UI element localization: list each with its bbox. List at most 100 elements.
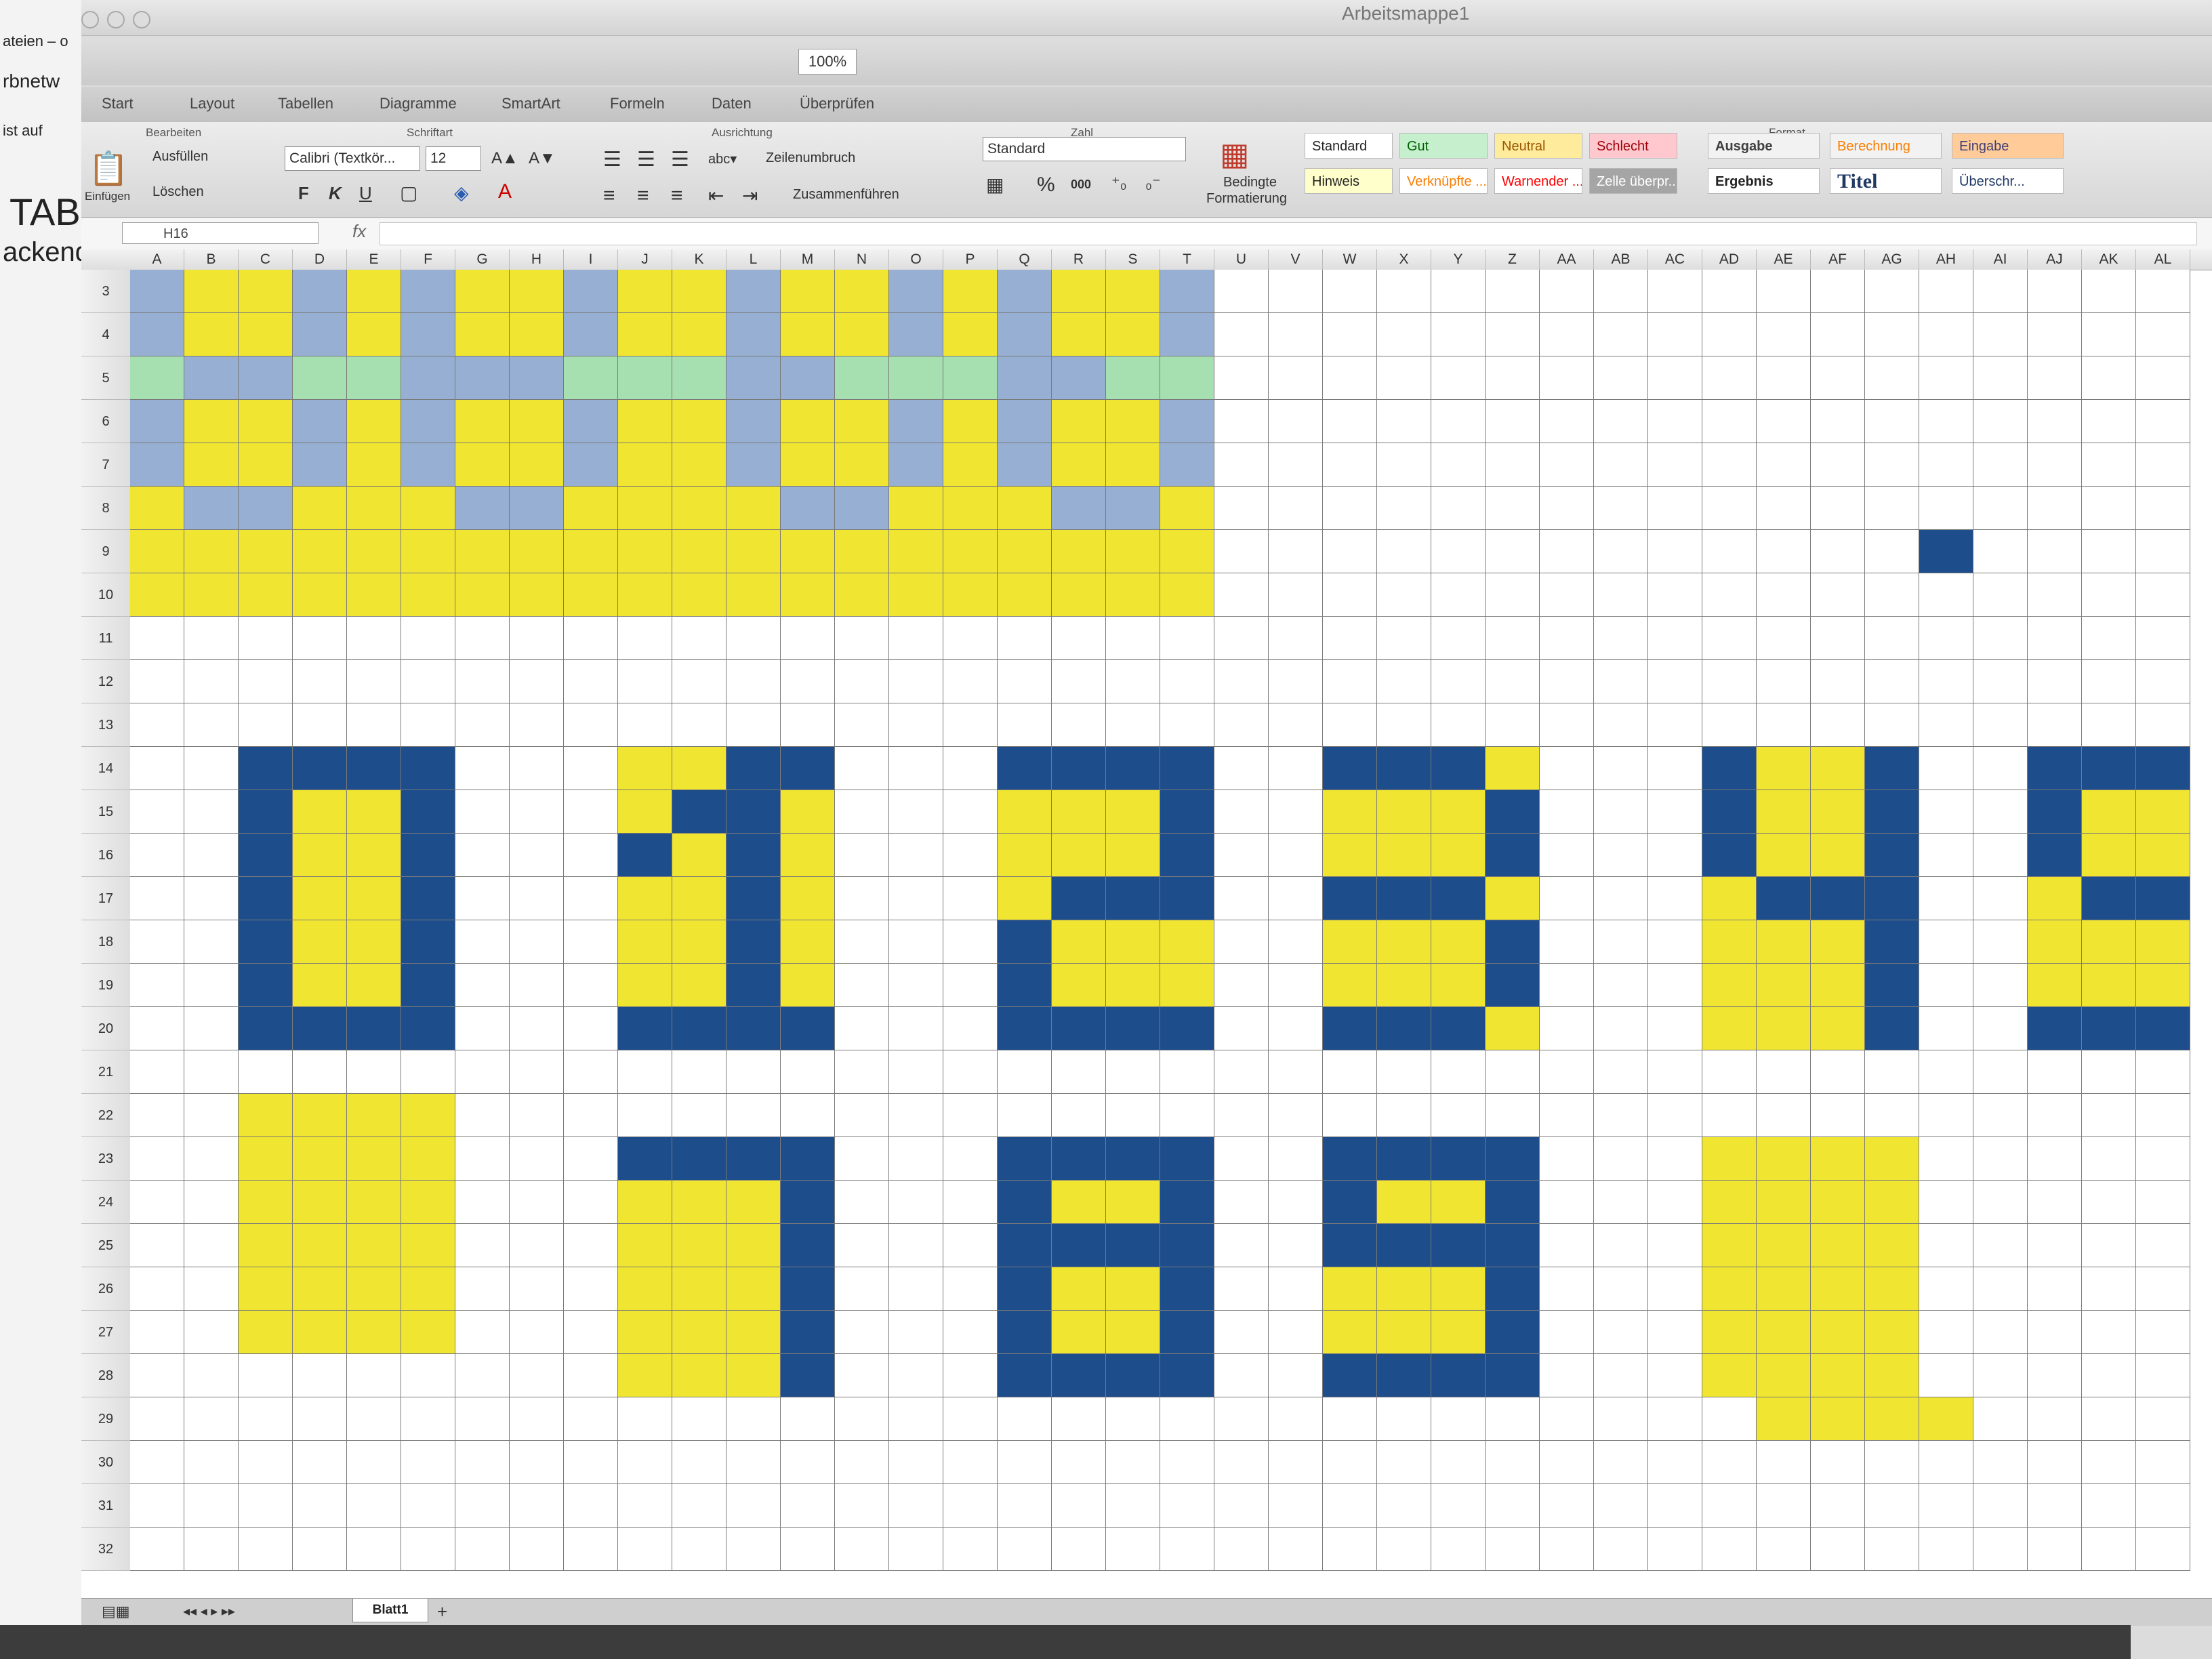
cell[interactable]: [1811, 1050, 1865, 1094]
cell[interactable]: [184, 747, 239, 790]
cell[interactable]: [1486, 834, 1540, 877]
cell[interactable]: [1431, 1267, 1486, 1311]
cell[interactable]: [1648, 703, 1702, 747]
cell[interactable]: [1431, 487, 1486, 530]
cell[interactable]: [1811, 617, 1865, 660]
cell[interactable]: [2028, 1224, 2082, 1267]
cell[interactable]: [1865, 400, 1919, 443]
cell[interactable]: [889, 1354, 943, 1397]
cell[interactable]: [1214, 964, 1269, 1007]
cell[interactable]: [293, 1094, 347, 1137]
name-box[interactable]: H16: [122, 222, 319, 244]
cell[interactable]: [889, 1007, 943, 1050]
cell[interactable]: [943, 790, 998, 834]
cell[interactable]: [781, 747, 835, 790]
cell[interactable]: [1431, 920, 1486, 964]
cell[interactable]: [889, 1181, 943, 1224]
clear-button[interactable]: Löschen: [152, 184, 204, 200]
cell[interactable]: [455, 617, 510, 660]
cell[interactable]: [184, 703, 239, 747]
cell[interactable]: [1377, 487, 1431, 530]
column-header[interactable]: J: [618, 249, 672, 270]
cell[interactable]: [781, 573, 835, 617]
cell[interactable]: [2136, 1181, 2190, 1224]
cell[interactable]: [1323, 877, 1377, 920]
cell[interactable]: [564, 313, 618, 356]
cell[interactable]: [1486, 877, 1540, 920]
cell[interactable]: [1702, 573, 1757, 617]
cell[interactable]: [2082, 356, 2136, 400]
cell[interactable]: [1269, 487, 1323, 530]
cell[interactable]: [1702, 790, 1757, 834]
cell[interactable]: [401, 1050, 455, 1094]
cell[interactable]: [726, 573, 781, 617]
cell[interactable]: [781, 1311, 835, 1354]
cell[interactable]: [1865, 834, 1919, 877]
cell[interactable]: [1865, 1441, 1919, 1484]
row-header[interactable]: 13: [81, 703, 130, 747]
cell[interactable]: [239, 270, 293, 313]
tab-ueberpruefen[interactable]: Überprüfen: [800, 95, 874, 112]
cell[interactable]: [1865, 1528, 1919, 1571]
cell[interactable]: [1702, 1528, 1757, 1571]
cell[interactable]: [781, 530, 835, 573]
cell[interactable]: [1431, 617, 1486, 660]
cell[interactable]: [1160, 790, 1214, 834]
cell[interactable]: [1702, 1397, 1757, 1441]
cell[interactable]: [293, 1137, 347, 1181]
cell[interactable]: [1594, 356, 1648, 400]
cell[interactable]: [1540, 703, 1594, 747]
cell[interactable]: [1323, 834, 1377, 877]
cell[interactable]: [1648, 356, 1702, 400]
cell[interactable]: [781, 703, 835, 747]
cell[interactable]: [1431, 834, 1486, 877]
cell[interactable]: [1106, 1181, 1160, 1224]
cell[interactable]: [2028, 747, 2082, 790]
cell[interactable]: [2136, 1484, 2190, 1528]
cell[interactable]: [293, 834, 347, 877]
cell[interactable]: [2082, 400, 2136, 443]
cell[interactable]: [293, 530, 347, 573]
cell[interactable]: [1973, 573, 2028, 617]
cell[interactable]: [2136, 530, 2190, 573]
cell[interactable]: [1431, 660, 1486, 703]
cell[interactable]: [1973, 1528, 2028, 1571]
cell[interactable]: [1052, 1354, 1106, 1397]
font-name-select[interactable]: Calibri (Textkör...: [285, 146, 420, 171]
cell[interactable]: [726, 617, 781, 660]
cell[interactable]: [293, 1441, 347, 1484]
cell[interactable]: [943, 920, 998, 964]
cell[interactable]: [781, 1007, 835, 1050]
cell[interactable]: [293, 660, 347, 703]
cell[interactable]: [401, 1484, 455, 1528]
cell[interactable]: [1648, 270, 1702, 313]
cell[interactable]: [1540, 400, 1594, 443]
cell[interactable]: [1431, 573, 1486, 617]
cell[interactable]: [1106, 1007, 1160, 1050]
cell[interactable]: [1269, 1137, 1323, 1181]
cell[interactable]: [835, 1441, 889, 1484]
cell[interactable]: [1757, 1050, 1811, 1094]
cell[interactable]: [1702, 617, 1757, 660]
cell[interactable]: [455, 747, 510, 790]
cell[interactable]: [184, 790, 239, 834]
cell[interactable]: [1160, 1354, 1214, 1397]
column-header[interactable]: B: [184, 249, 239, 270]
cell[interactable]: [293, 1311, 347, 1354]
tab-smartart[interactable]: SmartArt: [501, 95, 560, 112]
cell[interactable]: [2082, 920, 2136, 964]
cell[interactable]: [1106, 487, 1160, 530]
cell[interactable]: [1973, 1137, 2028, 1181]
cell[interactable]: [1865, 617, 1919, 660]
cell[interactable]: [2028, 660, 2082, 703]
row-header[interactable]: 19: [81, 964, 130, 1007]
cell[interactable]: [1269, 313, 1323, 356]
cell[interactable]: [1486, 1094, 1540, 1137]
cell[interactable]: [1973, 1397, 2028, 1441]
cell[interactable]: [781, 313, 835, 356]
cell[interactable]: [1160, 1267, 1214, 1311]
row-header[interactable]: 23: [81, 1137, 130, 1181]
cell[interactable]: [1377, 1484, 1431, 1528]
row-header[interactable]: 21: [81, 1050, 130, 1094]
cell[interactable]: [1757, 1007, 1811, 1050]
